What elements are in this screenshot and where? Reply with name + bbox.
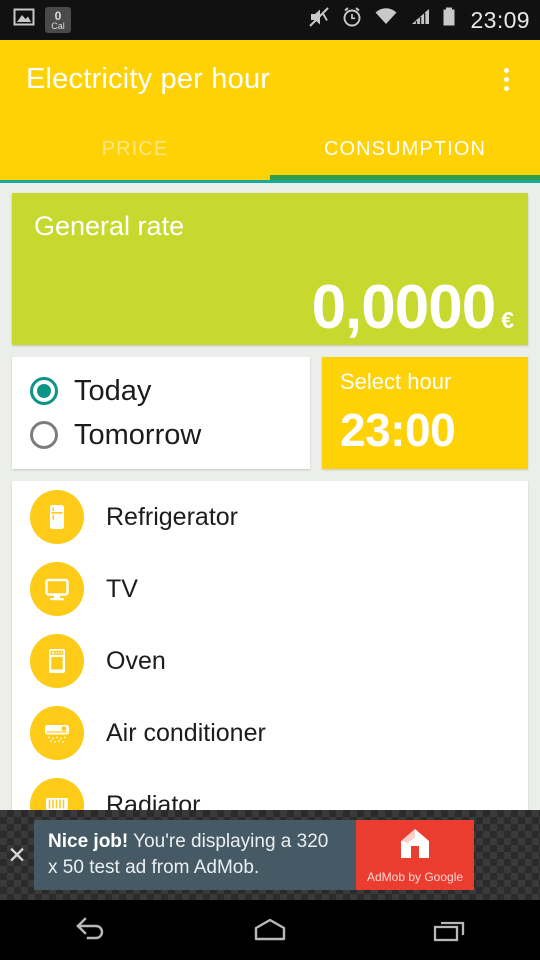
status-bar: 0 Cal 23:09 <box>0 0 540 40</box>
appliance-list: Refrigerator TV Oven Air conditioner Rad… <box>12 481 528 811</box>
select-hour-card[interactable]: Select hour 23:00 <box>322 357 528 469</box>
list-item-oven[interactable]: Oven <box>12 625 528 697</box>
refrigerator-icon <box>30 490 84 544</box>
select-hour-value: 23:00 <box>340 404 456 456</box>
tab-bar: PRICE CONSUMPTION <box>0 118 540 180</box>
alarm-clock-icon <box>340 5 364 35</box>
recents-icon[interactable] <box>405 900 495 960</box>
radiator-icon <box>30 778 84 811</box>
list-item-refrigerator[interactable]: Refrigerator <box>12 481 528 553</box>
television-icon <box>30 562 84 616</box>
radio-tomorrow-icon[interactable] <box>30 421 58 449</box>
cellular-signal-icon <box>408 5 432 35</box>
admob-logo-caption: AdMob by Google <box>366 870 464 884</box>
ad-close-button[interactable]: ✕ <box>0 810 34 900</box>
calorie-badge: 0 Cal <box>45 7 71 33</box>
general-rate-value-row: 0,0000 € <box>312 277 514 339</box>
ad-container: ✕ Nice job! You're displaying a 320 x 50… <box>0 810 540 900</box>
app-bar: Electricity per hour PRICE CONSUMPTION <box>0 40 540 183</box>
general-rate-title: General rate <box>34 211 185 241</box>
admob-logo-panel: AdMob by Google <box>356 820 474 890</box>
radio-tomorrow-label: Tomorrow <box>74 418 202 451</box>
overflow-dot <box>503 67 509 73</box>
main-content: General rate 0,0000 € Today Tomorrow Sel… <box>0 193 540 811</box>
list-item-air-conditioner[interactable]: Air conditioner <box>12 697 528 769</box>
radio-today-icon[interactable] <box>30 377 58 405</box>
general-rate-currency: € <box>501 307 514 333</box>
list-item-label: Radiator <box>106 790 201 812</box>
wifi-icon <box>373 5 399 35</box>
day-and-hour-row: Today Tomorrow Select hour 23:00 <box>12 357 528 469</box>
list-item-label: TV <box>106 574 138 603</box>
general-rate-value: 0,0000 <box>311 273 497 342</box>
calorie-unit: Cal <box>51 20 65 31</box>
android-navigation-bar <box>0 900 540 960</box>
phone-screen: 0 Cal 23:09 Electricity per hour PRICE C… <box>0 0 540 960</box>
list-item-label: Oven <box>106 646 166 675</box>
list-item-label: Air conditioner <box>106 718 266 747</box>
overflow-dot <box>503 85 509 91</box>
radio-tomorrow[interactable]: Tomorrow <box>30 413 296 457</box>
back-icon[interactable] <box>45 900 135 960</box>
app-bar-top: Electricity per hour <box>0 40 540 118</box>
tab-price[interactable]: PRICE <box>0 118 270 180</box>
general-rate-card: General rate 0,0000 € <box>12 193 528 345</box>
calorie-count: 0 <box>54 8 62 23</box>
app-bar-underline <box>0 180 540 183</box>
list-item-label: Refrigerator <box>106 502 238 531</box>
ad-text: Nice job! You're displaying a 320 x 50 t… <box>34 820 356 890</box>
list-item-radiator[interactable]: Radiator <box>12 769 528 811</box>
admob-test-banner[interactable]: Nice job! You're displaying a 320 x 50 t… <box>34 820 474 890</box>
select-hour-label: Select hour <box>340 369 452 394</box>
radio-today-label: Today <box>74 374 152 407</box>
volume-muted-icon <box>307 5 331 35</box>
home-icon[interactable] <box>225 900 315 960</box>
overflow-menu-button[interactable] <box>486 53 526 105</box>
gallery-icon <box>12 5 36 35</box>
status-bar-system-icons: 23:09 <box>307 5 530 35</box>
ad-headline: Nice job! <box>48 831 129 853</box>
oven-icon <box>30 634 84 688</box>
air-conditioner-icon <box>30 706 84 760</box>
day-selector-card: Today Tomorrow <box>12 357 310 469</box>
page-title: Electricity per hour <box>26 62 271 95</box>
tab-consumption[interactable]: CONSUMPTION <box>270 118 540 180</box>
status-bar-clock: 23:09 <box>470 6 530 33</box>
battery-icon <box>441 5 457 35</box>
radio-today[interactable]: Today <box>30 369 296 413</box>
overflow-dot <box>503 76 509 82</box>
admob-logo-icon <box>395 826 435 867</box>
list-item-tv[interactable]: TV <box>12 553 528 625</box>
status-bar-notifications: 0 Cal <box>12 5 71 35</box>
